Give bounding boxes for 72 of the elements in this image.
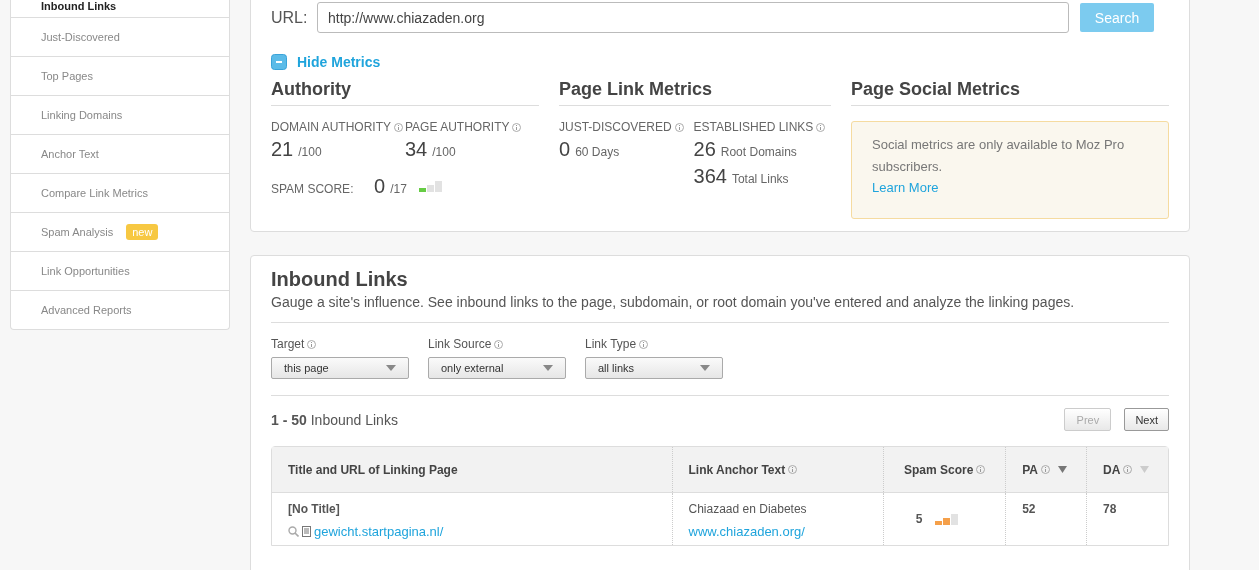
sort-icon[interactable] [1057,466,1067,473]
anchor-url-link[interactable]: www.chiazaden.org/ [688,524,805,539]
pager-button[interactable]: Next [1124,408,1169,431]
page-url-link[interactable]: gewicht.startpagina.nl/ [314,524,444,539]
column-header[interactable]: Spam Score [904,462,974,477]
page-title: [No Title] [288,502,341,516]
sidebar-item[interactable]: Spam Analysis [41,226,114,238]
metric-unit: /100 [298,145,322,159]
metric-value: 34 [405,138,428,161]
document-icon[interactable] [302,526,311,537]
sidebar-item[interactable]: Top Pages [41,70,93,82]
info-icon[interactable] [1123,465,1133,474]
table-cell: 52 [1022,502,1036,516]
metric-label: DOMAIN AUTHORITY [271,120,391,134]
info-icon[interactable] [816,122,826,132]
collapse-icon[interactable] [271,54,287,70]
sidebar-item[interactable]: Just-Discovered [41,31,120,43]
spam-score-value: 5 [915,512,923,526]
new-badge: new [126,224,159,240]
sidebar-item[interactable]: Link Opportunities [41,265,130,277]
metric-value: 0 [559,138,571,161]
info-icon[interactable] [307,339,317,349]
section-title: Authority [271,79,539,106]
description-text: Gauge a site's influence. See inbound links to the page, subdomain, or root domain you've entered and analyze the linking pages. [271,294,1169,323]
sidebar-item[interactable]: Anchor Text [41,148,99,160]
metric-unit: 60 Days [575,145,620,159]
info-icon[interactable] [788,465,798,474]
section-title: Page Social Metrics [851,79,1169,106]
anchor-text: Chiazaad en Diabetes [688,502,808,516]
filter-label: Target [271,337,305,351]
info-icon[interactable] [494,339,504,349]
info-icon[interactable] [512,122,522,132]
metric-unit: Total Links [731,172,789,186]
hide-metrics-link[interactable]: Hide Metrics [297,54,381,70]
spam-score-label: SPAM SCORE: [271,182,355,196]
sidebar-item[interactable]: Compare Link Metrics [41,187,148,199]
sidebar-item[interactable]: Linking Domains [41,109,123,121]
info-icon[interactable] [1040,465,1050,474]
notice-text: Social metrics are only available to Moz Pro subscribers. [872,136,1126,176]
metric-value: 26 [693,138,716,161]
section-title: Page Link Metrics [559,79,831,106]
filter-dropdown[interactable]: all links [585,357,723,379]
info-icon[interactable] [976,465,986,474]
url-field[interactable]: http://www.chiazaden.org [317,2,1069,33]
table-cell: 78 [1103,502,1117,516]
info-icon[interactable] [674,122,684,132]
sidebar-item[interactable]: Inbound Links [41,0,117,12]
column-header[interactable]: Title and URL of Linking Page [288,462,458,477]
column-header[interactable]: DA [1103,462,1121,477]
filter-label: Link Type [585,337,637,351]
spam-score-max: /17 [390,182,407,196]
filter-dropdown[interactable]: this page [271,357,409,379]
info-icon[interactable] [639,339,649,349]
result-count: 1 - 50 Inbound Links [271,411,398,428]
column-header[interactable]: PA [1022,462,1038,477]
learn-more-link[interactable]: Learn More [872,180,939,195]
url-label: URL: [271,8,309,27]
column-header[interactable]: Link Anchor Text [688,462,786,477]
metric-unit: /100 [432,145,456,159]
metric-label: PAGE AUTHORITY [405,120,510,134]
sidebar-item[interactable]: Advanced Reports [41,304,132,316]
metric-unit: Root Domains [720,145,797,159]
filter-label: Link Source [428,337,492,351]
info-icon[interactable] [394,122,403,132]
metric-label: ESTABLISHED LINKS [693,120,814,134]
filter-dropdown[interactable]: only external [428,357,566,379]
search-icon[interactable] [288,526,299,537]
metric-label: JUST-DISCOVERED [559,120,672,134]
metric-value: 21 [271,138,294,161]
section-title: Inbound Links [271,268,409,291]
metric-value: 364 [693,165,727,188]
spam-score-value: 0 [374,175,386,198]
